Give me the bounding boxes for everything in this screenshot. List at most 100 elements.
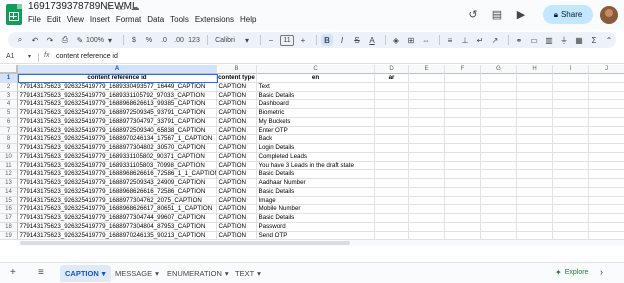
number-format-button[interactable]: 123 — [188, 34, 200, 46]
redo-icon[interactable]: ↷ — [44, 34, 56, 46]
row-number[interactable]: 4 — [0, 100, 18, 109]
cell-h7[interactable] — [517, 126, 553, 136]
cell-e11[interactable] — [409, 161, 445, 171]
cell-h9[interactable] — [517, 144, 553, 153]
cell-a19[interactable]: 779143175623_926325419779_1688970246135_… — [18, 231, 217, 240]
print-icon[interactable]: ⎙ — [59, 34, 71, 46]
tab-message[interactable]: MESSAGE ▾ — [110, 265, 164, 282]
cell-i17[interactable] — [553, 214, 589, 223]
menu-insert[interactable]: Insert — [90, 15, 110, 24]
decrease-font-size-button[interactable]: − — [265, 34, 277, 46]
cell-e12[interactable] — [409, 170, 445, 179]
row-number[interactable]: 3 — [0, 91, 18, 101]
cell-e17[interactable] — [409, 214, 445, 223]
scrollbar-thumb[interactable] — [20, 241, 350, 245]
cell-e3[interactable] — [409, 91, 445, 101]
cell-a2[interactable]: 779143175623_926325419779_1689330493577_… — [18, 82, 217, 92]
cell-e18[interactable] — [409, 222, 445, 232]
cell-f14[interactable] — [445, 187, 481, 197]
cell-i13[interactable] — [553, 179, 589, 188]
cell-b18[interactable]: CAPTION — [217, 222, 257, 232]
cell-e2[interactable] — [409, 82, 445, 92]
cell-g7[interactable] — [481, 126, 517, 136]
cell-g10[interactable] — [481, 152, 517, 162]
row-number[interactable]: 13 — [0, 179, 18, 188]
add-sheet-icon[interactable]: + — [10, 267, 16, 278]
cell-i10[interactable] — [553, 152, 589, 162]
cell-d3[interactable] — [375, 91, 409, 101]
cell-h2[interactable] — [517, 82, 553, 92]
cell-a6[interactable]: 779143175623_926325419779_1688977304797_… — [18, 117, 217, 127]
cell-a1[interactable]: content reference id — [18, 74, 217, 83]
cell-g19[interactable] — [481, 231, 517, 240]
cell-e13[interactable] — [409, 179, 445, 188]
cell-b12[interactable]: CAPTION — [217, 170, 257, 179]
cell-b1[interactable]: content type — [217, 74, 257, 83]
cell-a11[interactable]: 779143175623_926325419779_1689331105803_… — [18, 161, 217, 171]
cell-j15[interactable] — [589, 197, 624, 206]
paint-format-icon[interactable]: ✎ — [74, 34, 86, 46]
row-number[interactable]: 18 — [0, 222, 18, 232]
cell-c11[interactable]: You have 3 Leads in the draft state — [257, 161, 375, 171]
cell-d17[interactable] — [375, 214, 409, 223]
cell-d4[interactable] — [375, 100, 409, 109]
cell-i8[interactable] — [553, 135, 589, 144]
currency-format-button[interactable]: $ — [128, 34, 140, 46]
cell-a14[interactable]: 779143175623_926325419779_1688968626616_… — [18, 187, 217, 197]
column-header-c[interactable]: C — [257, 65, 375, 74]
undo-icon[interactable]: ↶ — [29, 34, 41, 46]
cell-f5[interactable] — [445, 109, 481, 118]
cell-a15[interactable]: 779143175623_926325419779_1688977304762_… — [18, 196, 217, 206]
meet-icon[interactable]: ▶ — [514, 8, 528, 22]
cell-g6[interactable] — [481, 117, 517, 127]
search-menus-icon[interactable]: ⌕ — [14, 34, 26, 46]
cell-a9[interactable]: 779143175623_926325419779_1688977304802_… — [18, 144, 217, 153]
cell-j16[interactable] — [589, 205, 624, 214]
cell-e14[interactable] — [409, 187, 445, 197]
insert-comment-icon[interactable]: ▭ — [528, 34, 540, 46]
cell-e15[interactable] — [409, 196, 445, 206]
cell-c10[interactable]: Completed Leads — [257, 152, 375, 162]
column-header-f[interactable]: F — [445, 65, 481, 74]
cell-d5[interactable] — [375, 109, 409, 118]
cell-d13[interactable] — [375, 179, 409, 188]
cell-d16[interactable] — [375, 205, 409, 214]
cell-h5[interactable] — [517, 109, 553, 118]
cell-c1[interactable]: en — [257, 74, 375, 83]
menu-data[interactable]: Data — [147, 15, 164, 24]
row-number[interactable]: 1 — [0, 74, 18, 83]
cell-c2[interactable]: Text — [257, 82, 375, 92]
cell-i1[interactable] — [553, 74, 589, 83]
cell-j7[interactable] — [589, 127, 624, 136]
cell-a13[interactable]: 779143175623_926325419779_1688972509343_… — [18, 179, 217, 188]
cell-g11[interactable] — [481, 161, 517, 171]
menu-format[interactable]: Format — [116, 15, 141, 24]
version-history-icon[interactable]: ↺ — [466, 8, 480, 22]
cell-a4[interactable]: 779143175623_926325419779_1688968626613_… — [18, 100, 217, 109]
cell-b7[interactable]: CAPTION — [217, 126, 257, 136]
font-size-input[interactable]: 11 — [280, 34, 294, 46]
row-number[interactable]: 7 — [0, 126, 18, 136]
cell-f10[interactable] — [445, 152, 481, 162]
cell-i2[interactable] — [553, 82, 589, 92]
cell-g3[interactable] — [481, 91, 517, 101]
filter-views-icon[interactable]: ▦ — [573, 34, 585, 46]
row-number[interactable]: 8 — [0, 135, 18, 144]
cell-h11[interactable] — [517, 161, 553, 171]
cell-c14[interactable]: Basic Details — [257, 187, 375, 197]
cell-b17[interactable]: CAPTION — [217, 214, 257, 223]
vertical-align-icon[interactable]: ⊥ — [459, 34, 471, 46]
cell-f16[interactable] — [445, 205, 481, 214]
cell-i5[interactable] — [553, 109, 589, 118]
cell-h1[interactable] — [517, 74, 553, 83]
all-sheets-icon[interactable]: ≡ — [38, 267, 44, 278]
cell-a16[interactable]: 779143175623_926325419779_1688968626617_… — [18, 205, 217, 214]
cell-j2[interactable] — [589, 83, 624, 92]
column-header-h[interactable]: H — [517, 65, 553, 74]
insert-link-icon[interactable]: ⚭ — [513, 34, 525, 46]
cell-f8[interactable] — [445, 135, 481, 144]
bold-button[interactable]: B — [321, 34, 333, 46]
cell-a8[interactable]: 779143175623_926325419779_1688970246134_… — [18, 135, 217, 144]
cell-f4[interactable] — [445, 100, 481, 109]
cell-f7[interactable] — [445, 126, 481, 136]
